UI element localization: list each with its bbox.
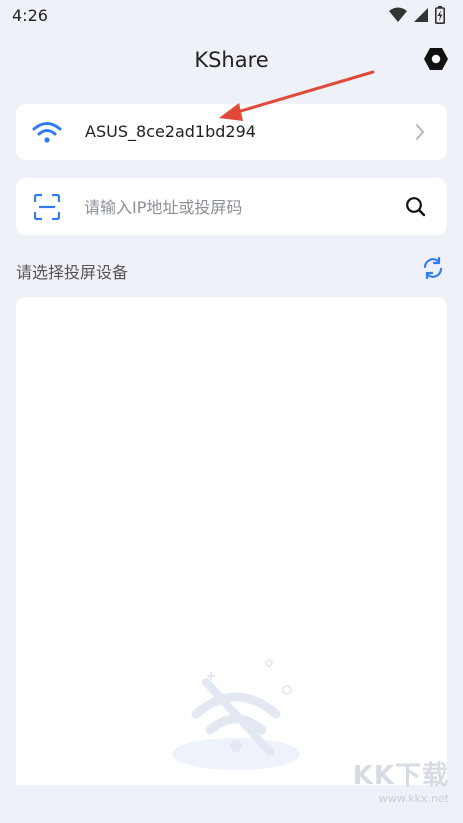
ip-search-card xyxy=(16,178,447,235)
device-list-panel xyxy=(16,297,447,785)
wifi-icon xyxy=(32,122,62,143)
chevron-right-icon xyxy=(416,124,424,140)
wifi-network-card[interactable]: ASUS_8ce2ad1bd294 xyxy=(16,104,447,160)
watermark-text: KK下载 xyxy=(352,761,449,791)
status-bar: 4:26 xyxy=(0,0,463,32)
watermark: KK下载 www.kkx.net xyxy=(353,755,449,805)
status-time: 4:26 xyxy=(12,6,48,25)
page-title: KShare xyxy=(194,48,269,72)
battery-icon xyxy=(435,6,445,24)
settings-hexagon-icon[interactable] xyxy=(423,46,449,72)
refresh-icon[interactable] xyxy=(421,256,445,280)
signal-icon xyxy=(414,8,428,22)
wifi-status-icon xyxy=(389,7,407,22)
app-bar: KShare xyxy=(0,40,463,84)
watermark-url: www.kkx.net xyxy=(378,792,449,805)
no-wifi-illustration-icon xyxy=(172,659,300,770)
status-icons xyxy=(389,6,445,24)
search-icon[interactable] xyxy=(405,196,427,218)
device-section-label: 请选择投屏设备 xyxy=(16,263,129,282)
scan-icon[interactable] xyxy=(34,194,60,220)
wifi-network-name: ASUS_8ce2ad1bd294 xyxy=(85,122,256,141)
ip-code-input[interactable] xyxy=(82,190,386,224)
